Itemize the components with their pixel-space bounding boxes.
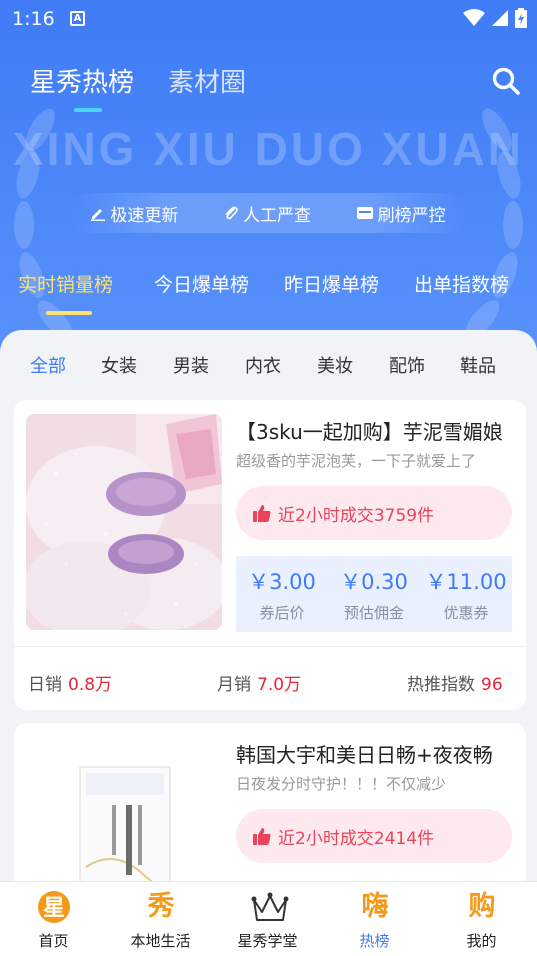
notification-icon: A <box>70 11 85 26</box>
price-commission: ￥0.30 预估佣金 <box>328 566 420 623</box>
category-mens[interactable]: 男装 <box>173 352 209 378</box>
top-tabs: 星秀热榜 素材圈 <box>30 62 246 99</box>
recent-sales-text: 近2小时成交3759件 <box>278 505 435 526</box>
price-label: 预估佣金 <box>343 604 404 622</box>
hai-icon: 嗨 <box>361 891 389 922</box>
price-after-coupon: ￥3.00 券后价 <box>236 566 328 623</box>
price-label: 优惠券 <box>443 604 489 622</box>
category-shoes[interactable]: 鞋品 <box>460 352 496 378</box>
nav-academy[interactable]: 星秀学堂 <box>214 882 321 956</box>
recent-sales-text: 近2小时成交2414件 <box>278 828 435 849</box>
card-divider <box>14 646 526 647</box>
rank-tab-today[interactable]: 今日爆单榜 <box>154 270 249 297</box>
price-value: ￥3.00 <box>248 570 316 594</box>
stat-label: 热推指数 <box>407 675 475 695</box>
price-box: ￥3.00 券后价 ￥0.30 预估佣金 ￥11.00 优惠券 <box>236 556 512 632</box>
nav-local-life[interactable]: 秀 本地生活 <box>107 882 214 956</box>
stat-label: 月销 <box>217 675 251 695</box>
nav-home[interactable]: 星 首页 <box>0 882 107 956</box>
stat-value: 0.8万 <box>68 675 113 695</box>
nav-hot-list[interactable]: 嗨 热榜 <box>321 882 428 956</box>
rank-tab-order-index[interactable]: 出单指数榜 <box>414 270 509 297</box>
product-description: 日夜发分时守护！！！不仅减少 <box>236 775 447 793</box>
nav-label: 星秀学堂 <box>237 932 298 950</box>
tab-indicator <box>74 108 102 112</box>
tab-material-circle[interactable]: 素材圈 <box>168 62 246 99</box>
category-bar: 全部 女装 男装 内衣 美妆 配饰 鞋品 <box>0 330 537 394</box>
price-value: ￥0.30 <box>340 570 408 594</box>
feature-anti-cheat: 刷榜严控 <box>356 201 446 226</box>
feature-label: 极速更新 <box>110 205 179 226</box>
thumbs-up-icon <box>253 828 271 845</box>
feature-label: 刷榜严控 <box>377 205 446 226</box>
status-bar: 1:16 A <box>0 0 537 38</box>
hot-index: 热推指数 96 <box>407 670 503 695</box>
xiu-icon: 秀 <box>147 891 175 922</box>
pencil-icon <box>91 209 106 221</box>
paperclip-icon <box>225 206 238 220</box>
status-icons <box>463 8 527 28</box>
recent-sales-badge: 近2小时成交2414件 <box>236 809 512 863</box>
tab-hot-list[interactable]: 星秀热榜 <box>30 62 134 99</box>
search-icon[interactable] <box>491 66 521 96</box>
product-title[interactable]: 韩国大宇和美日日畅+夜夜畅 <box>236 739 514 768</box>
nav-label: 本地生活 <box>130 932 191 950</box>
daily-sales: 日销 0.8万 <box>28 670 112 695</box>
gou-icon: 购 <box>468 891 496 922</box>
stat-label: 日销 <box>28 675 62 695</box>
banner-watermark: XING XIU DUO XUAN <box>12 123 525 175</box>
wifi-icon <box>463 9 485 26</box>
feature-fast-update: 极速更新 <box>90 201 178 226</box>
content-panel: 全部 女装 男装 内衣 美妆 配饰 鞋品 【3sku一起加购】芋泥雪媚娘 超级香… <box>0 330 537 881</box>
stat-value: 96 <box>481 675 503 695</box>
feature-manual-check: 人工严查 <box>223 201 311 226</box>
category-womens[interactable]: 女装 <box>101 352 137 378</box>
nav-label: 我的 <box>466 932 497 950</box>
crown-icon <box>251 890 289 924</box>
price-value: ￥11.00 <box>425 570 507 594</box>
recent-sales-badge: 近2小时成交3759件 <box>236 486 512 540</box>
thumbs-up-icon <box>253 505 271 522</box>
category-underwear[interactable]: 内衣 <box>245 352 281 378</box>
category-all[interactable]: 全部 <box>30 352 66 378</box>
product-description: 超级香的芋泥泡芙，一下子就爱上了 <box>236 452 477 470</box>
home-star-icon: 星 <box>37 890 71 924</box>
shield-icon <box>356 207 373 219</box>
category-makeup[interactable]: 美妆 <box>317 352 353 378</box>
product-title[interactable]: 【3sku一起加购】芋泥雪媚娘 <box>236 416 514 445</box>
nav-mine[interactable]: 购 我的 <box>428 882 535 956</box>
product-card[interactable]: 【3sku一起加购】芋泥雪媚娘 超级香的芋泥泡芙，一下子就爱上了 近2小时成交3… <box>14 400 526 710</box>
nav-label: 热榜 <box>359 932 390 950</box>
product-image[interactable] <box>26 414 222 630</box>
rank-tab-yesterday[interactable]: 昨日爆单榜 <box>284 270 379 297</box>
category-accessories[interactable]: 配饰 <box>389 352 425 378</box>
product-image[interactable] <box>26 737 222 881</box>
price-coupon: ￥11.00 优惠券 <box>420 566 512 623</box>
price-label: 券后价 <box>259 604 305 622</box>
nav-label: 首页 <box>38 932 69 950</box>
status-time: 1:16 <box>12 8 55 30</box>
feature-pill: 极速更新 人工严查 刷榜严控 <box>68 193 468 233</box>
stat-value: 7.0万 <box>257 675 302 695</box>
bottom-nav: 星 首页 秀 本地生活 星秀学堂 嗨 热榜 购 我的 <box>0 881 537 956</box>
product-card[interactable]: 韩国大宇和美日日畅+夜夜畅 日夜发分时守护！！！不仅减少 近2小时成交2414件 <box>14 723 526 881</box>
rank-tabs: 实时销量榜 今日爆单榜 昨日爆单榜 出单指数榜 <box>0 270 537 306</box>
battery-icon <box>515 8 527 28</box>
rank-tab-underline <box>46 311 92 315</box>
hero-header: 1:16 A 星秀热榜 素材圈 XING XIU DUO XUAN 极速更新 人… <box>0 0 537 380</box>
svg-text:星: 星 <box>43 896 65 921</box>
monthly-sales: 月销 7.0万 <box>217 670 301 695</box>
rank-tab-realtime[interactable]: 实时销量榜 <box>18 270 113 297</box>
feature-label: 人工严查 <box>242 205 311 226</box>
signal-icon <box>492 10 508 26</box>
